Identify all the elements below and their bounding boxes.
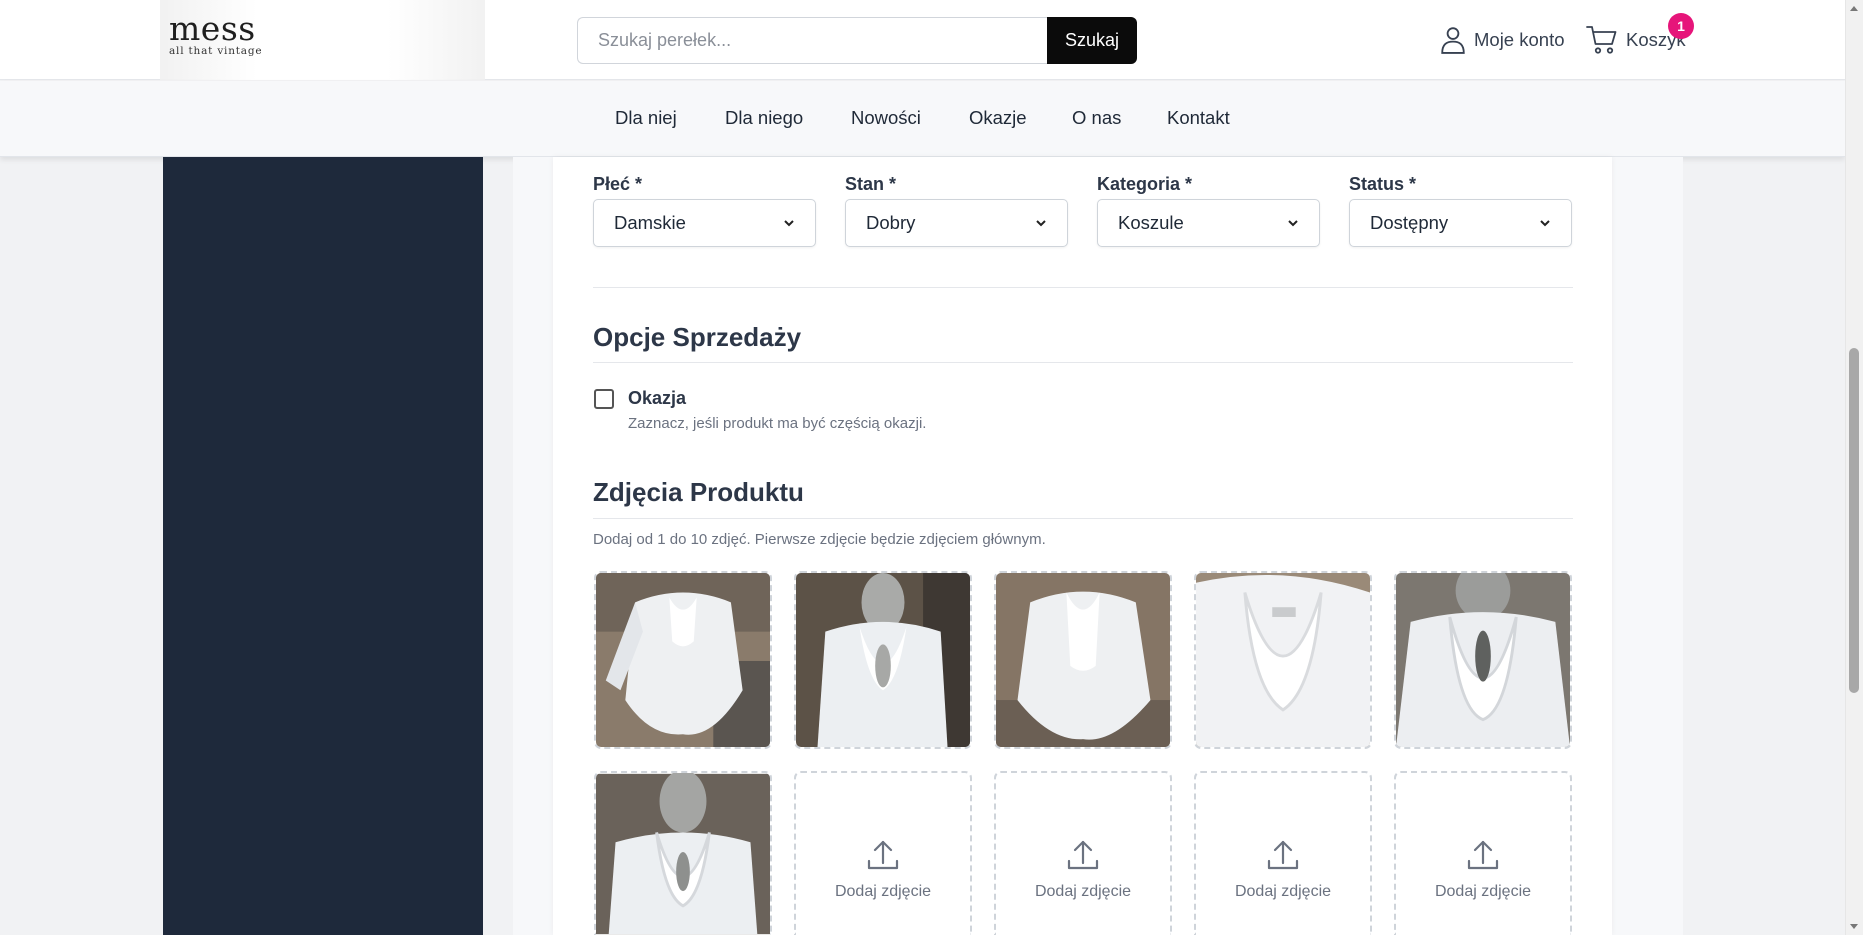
category-label: Kategoria *	[1097, 174, 1193, 194]
main-nav: Dla niej Dla niego Nowości Okazje O nas …	[0, 81, 1845, 157]
nav-dla-niego[interactable]: Dla niego	[725, 107, 803, 129]
product-photo-image	[1196, 573, 1370, 747]
condition-label: Stan *	[845, 174, 897, 194]
nav-nowosci[interactable]: Nowości	[851, 107, 921, 129]
nav-okazje[interactable]: Okazje	[969, 107, 1027, 129]
search-input[interactable]	[577, 17, 1047, 64]
upload-photo-slot[interactable]: Dodaj zdjęcie	[1394, 771, 1572, 935]
okazja-label: Okazja	[628, 388, 687, 408]
condition-select[interactable]: Dobry	[845, 199, 1068, 247]
upload-label: Dodaj zdjęcie	[834, 883, 932, 900]
section-divider	[593, 518, 1573, 519]
upload-icon	[1267, 840, 1299, 870]
gender-label: Płeć *	[593, 174, 643, 194]
nav-o-nas[interactable]: O nas	[1072, 107, 1121, 129]
product-photo-2[interactable]	[794, 571, 972, 749]
upload-icon	[1467, 840, 1499, 870]
upload-photo-slot[interactable]: Dodaj zdjęcie	[994, 771, 1172, 935]
upload-label: Dodaj zdjęcie	[1434, 883, 1532, 900]
logo-text: mess	[169, 9, 256, 48]
chevron-down-icon	[1036, 220, 1046, 227]
cart-count-badge: 1	[1668, 13, 1694, 39]
scroll-up-icon[interactable]	[1849, 4, 1859, 14]
okazja-checkbox[interactable]	[594, 389, 614, 409]
search-button[interactable]: Szukaj	[1047, 17, 1137, 64]
upload-photo-slot[interactable]: Dodaj zdjęcie	[1194, 771, 1372, 935]
chevron-down-icon	[784, 220, 794, 227]
section-divider	[593, 362, 1573, 363]
nav-kontakt[interactable]: Kontakt	[1167, 107, 1230, 129]
chevron-down-icon	[1288, 220, 1298, 227]
condition-select-value: Dobry	[866, 212, 916, 233]
upload-label: Dodaj zdjęcie	[1234, 883, 1332, 900]
product-photo-4[interactable]	[1194, 571, 1372, 749]
product-photo-image	[796, 573, 970, 747]
product-photo-image	[1396, 573, 1570, 747]
nav-dla-niej[interactable]: Dla niej	[615, 107, 677, 129]
logo-tagline: all that vintage	[169, 45, 263, 57]
account-label: Moje konto	[1474, 29, 1565, 50]
chevron-down-icon	[1540, 220, 1550, 227]
gender-select-value: Damskie	[614, 212, 686, 233]
product-photo-image	[596, 573, 770, 747]
category-select[interactable]: Koszule	[1097, 199, 1320, 247]
photos-help-text: Dodaj od 1 do 10 zdjęć. Pierwsze zdjęcie…	[593, 531, 1046, 548]
status-label: Status *	[1349, 174, 1417, 194]
sales-options-title: Opcje Sprzedaży	[593, 322, 802, 352]
admin-sidebar	[163, 157, 483, 935]
product-photo-image	[596, 773, 770, 935]
upload-label: Dodaj zdjęcie	[1034, 883, 1132, 900]
product-photo-1[interactable]	[594, 571, 772, 749]
section-divider	[593, 287, 1573, 288]
gender-select[interactable]: Damskie	[593, 199, 816, 247]
product-photo-image	[996, 573, 1170, 747]
upload-icon	[867, 840, 899, 870]
cart-icon	[1586, 26, 1617, 54]
logo[interactable]: mess all that vintage	[169, 9, 263, 58]
scrollbar-thumb[interactable]	[1849, 348, 1859, 693]
okazja-help-text: Zaznacz, jeśli produkt ma być częścią ok…	[628, 415, 927, 432]
status-select[interactable]: Dostępny	[1349, 199, 1572, 247]
user-icon	[1441, 27, 1465, 54]
scroll-down-icon[interactable]	[1849, 921, 1859, 931]
product-photo-6[interactable]	[594, 771, 772, 935]
category-select-value: Koszule	[1118, 212, 1184, 233]
upload-photo-slot[interactable]: Dodaj zdjęcie	[794, 771, 972, 935]
product-photo-5[interactable]	[1394, 571, 1572, 749]
account-link[interactable]: Moje konto	[1440, 24, 1565, 56]
status-select-value: Dostępny	[1370, 212, 1449, 233]
photos-title: Zdjęcia Produktu	[593, 477, 804, 507]
product-photo-3[interactable]	[994, 571, 1172, 749]
upload-icon	[1067, 840, 1099, 870]
top-header: mess all that vintage Szukaj Moje konto …	[0, 0, 1845, 80]
